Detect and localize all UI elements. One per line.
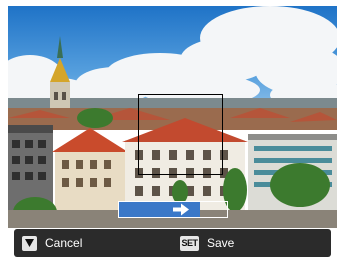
- action-bar: Cancel SET Save: [14, 229, 331, 257]
- arrow-right-icon: [173, 203, 189, 216]
- cancel-label: Cancel: [45, 236, 83, 250]
- crop-frame[interactable]: [138, 94, 223, 175]
- camera-screen: Cancel SET Save: [0, 0, 345, 263]
- set-key-label: SET: [180, 235, 199, 251]
- down-triangle-icon: [22, 235, 37, 251]
- save-label: Save: [207, 236, 235, 250]
- cancel-button[interactable]: Cancel: [22, 235, 82, 251]
- save-button[interactable]: SET Save: [180, 235, 234, 251]
